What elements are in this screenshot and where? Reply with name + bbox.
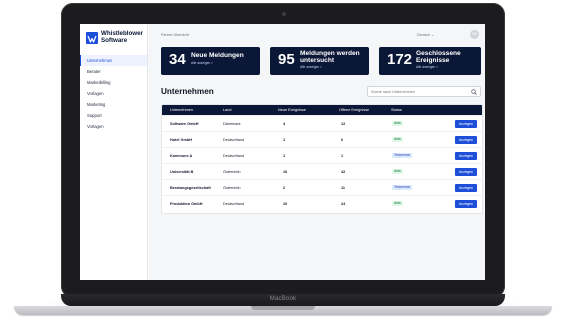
country: Deutschland [223,202,245,206]
sidebar-nav: Unternehmen Berater Marketbilling Vorlag… [80,55,147,132]
table-row: Kommune A Deutschland 1 1 Testversion An… [162,147,482,164]
breadcrumb[interactable]: Partner Übersicht [161,33,189,37]
search-icon[interactable] [471,88,477,95]
country: Deutschland [223,138,245,142]
avatar[interactable]: DR [470,30,479,39]
view-button[interactable]: Anzeigen [455,200,477,208]
main-content: Partner Übersicht Deutsch ⌄ DR 34 Neue M… [147,24,485,280]
country: Deutschland [223,154,245,158]
sidebar-item-berater[interactable]: Berater [80,66,147,77]
sidebar-item-vorlagen[interactable]: Vorlagen [80,88,147,99]
open-events: 42 [341,170,346,174]
table-row: Software GmbH Dänemark 4 12 Aktiv Anzeig… [162,115,482,132]
company-name: Produktion GmbH [170,202,203,206]
company-name: Software GmbH [170,122,199,126]
status-badge: Testversion [392,153,413,158]
country: Österreich [223,170,241,174]
open-events: 12 [341,122,346,126]
stat-label-line-2: untersucht [300,57,335,64]
companies-table: Unternehmen Land Neue Ereignisse Offene … [161,104,483,214]
logo: Whistleblower Software [86,30,146,52]
table-header: Unternehmen Land Neue Ereignisse Offene … [162,105,482,115]
stat-number: 95 [278,51,295,68]
logo-icon [86,32,98,44]
new-events: 16 [283,170,288,174]
sidebar-item-unternehmen[interactable]: Unternehmen [80,55,147,66]
column-header[interactable]: Unternehmen [170,108,193,112]
section-title: Unternehmen [161,87,214,96]
view-button[interactable]: Anzeigen [455,184,477,192]
stat-label-line-1: Meldungen werden [300,50,360,57]
search-box[interactable] [367,86,481,97]
sidebar-item-marketing[interactable]: Marketing [80,99,147,110]
search-input[interactable] [371,88,467,96]
stat-number: 172 [387,51,413,68]
table-row: Universität B Österreich 16 42 Aktiv Anz… [162,163,482,180]
stat-number: 34 [169,51,186,68]
open-events: 11 [341,186,346,190]
new-events: 10 [283,202,288,206]
company-name: Hotel GmbH [170,138,192,142]
table-row: Beratungsgesellschaft Österreich 2 11 Te… [162,179,482,196]
status-badge: Testversion [392,185,413,190]
laptop-screen: Whistleblower Software Unternehmen Berat… [80,24,485,280]
sidebar-item-marketbilling[interactable]: Marketbilling [80,77,147,88]
stat-link[interactable]: Alle anzeigen > [416,65,438,69]
table-row: Produktion GmbH Deutschland 10 24 Aktiv … [162,195,482,212]
new-events: 1 [283,154,286,158]
view-button[interactable]: Anzeigen [455,120,477,128]
new-events: 2 [283,186,286,190]
sidebar-item-vorlagen-2[interactable]: Vorlagen [80,121,147,132]
country: Österreich [223,186,241,190]
stat-card-new[interactable]: 34 Neue Meldungen Alle anzeigen > [161,47,260,75]
logo-line-2: Software [101,36,128,44]
open-events: 6 [341,138,344,142]
view-button[interactable]: Anzeigen [455,168,477,176]
stat-link[interactable]: Alle anzeigen > [300,65,322,69]
sidebar: Whistleblower Software Unternehmen Berat… [80,24,148,280]
sidebar-item-support[interactable]: Support [80,110,147,121]
stat-link[interactable]: Alle anzeigen > [191,61,213,65]
table-row: Hotel GmbH Deutschland 1 6 Aktiv Anzeige… [162,131,482,148]
column-header[interactable]: Status [391,108,402,112]
stat-label: Meldungen werden untersucht [300,50,360,64]
stat-card-closed[interactable]: 172 Geschlossene Ereignisse Alle anzeige… [379,47,481,75]
stat-label-line-2: Ereignisse [416,57,450,64]
language-select[interactable]: Deutsch ⌄ [417,33,434,37]
company-name: Kommune A [170,154,193,158]
company-name: Beratungsgesellschaft [170,186,211,190]
stat-card-investigating[interactable]: 95 Meldungen werden untersucht Alle anze… [270,47,369,75]
open-events: 1 [341,154,344,158]
column-header[interactable]: Land [223,108,231,112]
stat-label-line-1: Geschlossene [416,50,461,57]
new-events: 1 [283,138,286,142]
logo-text: Whistleblower Software [101,30,143,45]
laptop-notch [251,306,315,310]
view-button[interactable]: Anzeigen [455,136,477,144]
status-badge: Aktiv [392,121,403,126]
country: Dänemark [223,122,241,126]
view-button[interactable]: Anzeigen [455,152,477,160]
laptop-brand: MacBook [269,296,297,302]
column-header[interactable]: Neue Ereignisse [278,108,306,112]
new-events: 4 [283,122,286,126]
company-name: Universität B [170,170,194,174]
open-events: 24 [341,202,346,206]
camera [282,12,286,16]
status-badge: Aktiv [392,169,403,174]
status-badge: Aktiv [392,201,403,206]
stat-label: Neue Meldungen [191,52,244,59]
stat-label: Geschlossene Ereignisse [416,50,461,64]
status-badge: Aktiv [392,137,403,142]
column-header[interactable]: Offene Ereignisse [339,108,369,112]
